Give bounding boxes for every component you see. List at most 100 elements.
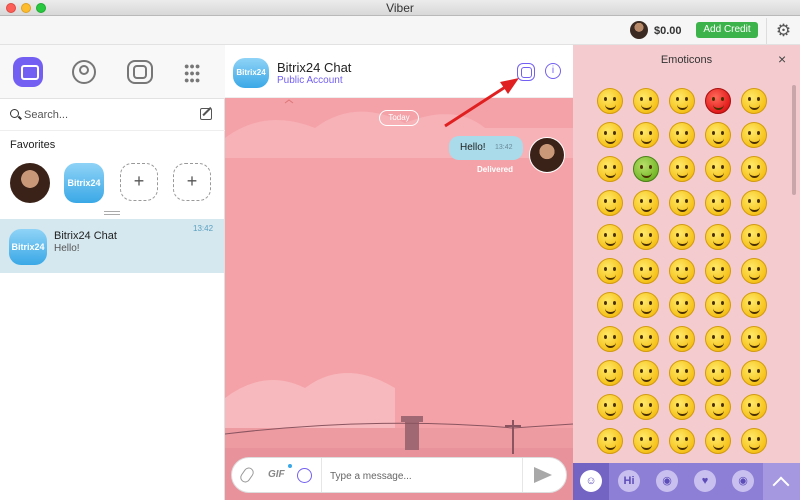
emoticon-item[interactable] <box>597 190 623 216</box>
emoticon-item[interactable] <box>597 258 623 284</box>
emoticon-item[interactable] <box>633 156 659 182</box>
emoticon-item[interactable] <box>741 360 767 386</box>
emoticon-item[interactable] <box>741 156 767 182</box>
chats-icon[interactable] <box>13 57 43 87</box>
emoticon-item[interactable] <box>741 394 767 420</box>
composer-divider <box>522 458 523 492</box>
add-favorite-button[interactable]: + <box>173 163 211 201</box>
emoticon-item[interactable] <box>705 326 731 352</box>
emoticon-item[interactable] <box>633 224 659 250</box>
emoticon-item[interactable] <box>705 360 731 386</box>
emoticon-item[interactable] <box>633 428 659 454</box>
conversation-header: Bitrix24 Bitrix24 Chat Public Account i <box>225 45 573 98</box>
emoticon-item[interactable] <box>669 326 695 352</box>
chevron-up-icon[interactable] <box>763 463 800 500</box>
emoticon-item[interactable] <box>633 360 659 386</box>
emoticon-item[interactable] <box>705 156 731 182</box>
gear-icon[interactable]: ⚙ <box>766 18 800 44</box>
emoticon-item[interactable] <box>669 122 695 148</box>
message-area: Today Hello! 13:42 Delivered GIF <box>225 98 573 500</box>
emoticon-item[interactable] <box>741 190 767 216</box>
emoticon-item[interactable] <box>597 394 623 420</box>
emoticon-item[interactable] <box>597 292 623 318</box>
tab-hi[interactable]: Hi <box>611 463 647 500</box>
emoticon-item[interactable] <box>597 428 623 454</box>
emoticon-item[interactable] <box>597 360 623 386</box>
public-accounts-icon[interactable] <box>125 57 155 87</box>
chat-list-item[interactable]: Bitrix24 Bitrix24 Chat Hello! 13:42 <box>0 219 224 273</box>
send-icon[interactable] <box>534 467 552 483</box>
emoticon-item[interactable] <box>669 394 695 420</box>
heart-icon: ♥ <box>694 470 716 492</box>
tab-heart[interactable]: ♥ <box>687 463 723 500</box>
message-bubble[interactable]: Hello! 13:42 <box>449 136 523 160</box>
emoticon-item[interactable] <box>633 394 659 420</box>
emoji-icon[interactable] <box>297 468 312 483</box>
emoticon-item[interactable] <box>633 258 659 284</box>
emoticon-item[interactable] <box>741 88 767 114</box>
emoticon-item[interactable] <box>597 156 623 182</box>
emoticon-item[interactable] <box>705 88 731 114</box>
search-input[interactable] <box>24 107 184 123</box>
favorite-bitrix-avatar[interactable]: Bitrix24 <box>64 163 104 203</box>
emoticon-item[interactable] <box>741 326 767 352</box>
composer-divider <box>321 458 322 492</box>
close-icon[interactable]: × <box>778 51 786 67</box>
emoticon-item[interactable] <box>633 88 659 114</box>
gif-icon[interactable]: GIF <box>268 469 285 480</box>
emoticon-tabs: ☺ Hi ◉ ♥ ◉ <box>573 463 800 500</box>
emoticon-item[interactable] <box>741 224 767 250</box>
emoticon-item[interactable] <box>705 122 731 148</box>
contacts-icon[interactable] <box>69 57 99 87</box>
emoticon-item[interactable] <box>597 326 623 352</box>
conversation-avatar[interactable]: Bitrix24 <box>233 58 269 88</box>
emoticon-item[interactable] <box>633 122 659 148</box>
minimize-window-button[interactable] <box>21 3 31 13</box>
add-credit-button[interactable]: Add Credit <box>696 22 758 38</box>
add-favorite-button[interactable]: + <box>120 163 158 201</box>
close-window-button[interactable] <box>6 3 16 13</box>
emoticon-item[interactable] <box>705 292 731 318</box>
tab-dog[interactable]: ◉ <box>725 463 761 500</box>
compose-icon[interactable] <box>200 108 212 120</box>
emoticon-item[interactable] <box>669 360 695 386</box>
emoticon-item[interactable] <box>741 258 767 284</box>
emoticon-item[interactable] <box>669 224 695 250</box>
info-icon[interactable]: i <box>545 63 561 79</box>
emoticon-item[interactable] <box>669 190 695 216</box>
emoticon-item[interactable] <box>633 190 659 216</box>
sidebar: ●●●●●●●●● Favorites Bitrix24 + + Bitrix2… <box>0 45 225 500</box>
emoticon-item[interactable] <box>741 122 767 148</box>
more-apps-icon[interactable]: ●●● ●●● ●●● <box>184 57 214 87</box>
message-input[interactable] <box>330 468 520 484</box>
emoticon-item[interactable] <box>705 190 731 216</box>
emoticon-item[interactable] <box>633 326 659 352</box>
emoticon-item[interactable] <box>669 88 695 114</box>
conversation-title[interactable]: Bitrix24 Chat <box>277 60 351 75</box>
emoticons-scrollbar[interactable] <box>792 85 796 195</box>
emoticon-item[interactable] <box>741 428 767 454</box>
emoticon-item[interactable] <box>705 394 731 420</box>
emoticon-item[interactable] <box>705 258 731 284</box>
emoticon-item[interactable] <box>669 156 695 182</box>
emoticon-item[interactable] <box>705 428 731 454</box>
public-account-icon[interactable] <box>517 63 535 81</box>
favorites-resize-handle[interactable] <box>104 211 120 215</box>
account-avatar[interactable] <box>630 21 648 39</box>
chat-name: Bitrix24 Chat <box>54 230 117 242</box>
emoticon-item[interactable] <box>633 292 659 318</box>
emoticon-item[interactable] <box>597 122 623 148</box>
emoticon-item[interactable] <box>669 292 695 318</box>
emoticon-item[interactable] <box>669 428 695 454</box>
attach-icon[interactable] <box>238 465 256 485</box>
maximize-window-button[interactable] <box>36 3 46 13</box>
emoticon-item[interactable] <box>597 224 623 250</box>
emoticon-item[interactable] <box>669 258 695 284</box>
window-titlebar: Viber <box>0 0 800 16</box>
favorite-contact-avatar[interactable] <box>10 163 50 203</box>
tab-smile[interactable]: ☺ <box>573 463 609 500</box>
emoticon-item[interactable] <box>597 88 623 114</box>
tab-cat[interactable]: ◉ <box>649 463 685 500</box>
emoticon-item[interactable] <box>705 224 731 250</box>
emoticon-item[interactable] <box>741 292 767 318</box>
